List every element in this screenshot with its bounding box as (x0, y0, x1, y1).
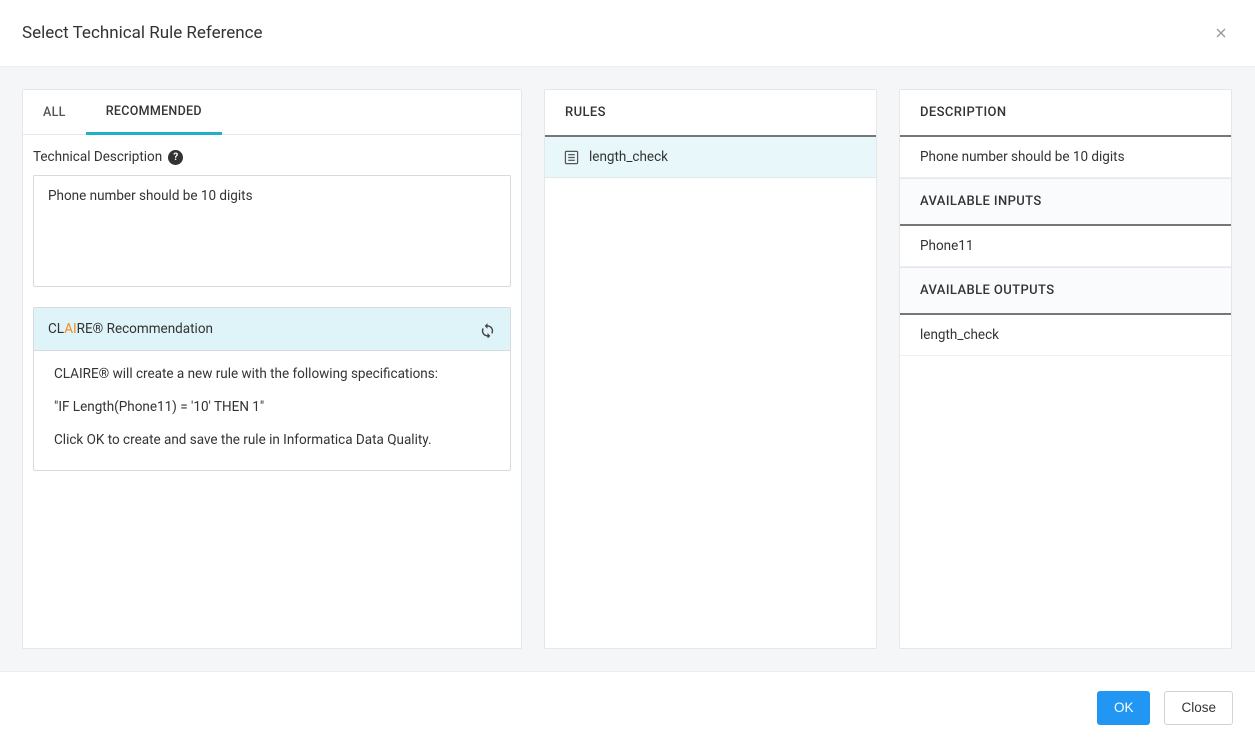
rule-icon (563, 149, 579, 165)
available-outputs-header: AVAILABLE OUTPUTS (900, 267, 1231, 315)
rule-row-length-check[interactable]: length_check (545, 137, 876, 178)
details-panel: DESCRIPTION Phone number should be 10 di… (899, 89, 1232, 649)
claire-line-2: "IF Length(Phone11) = '10' THEN 1" (54, 398, 490, 417)
claire-recommendation-card: CLAIRE® Recommendation CLAIRE® will crea… (33, 307, 511, 471)
tab-all[interactable]: ALL (23, 90, 86, 134)
rules-header: RULES (545, 90, 876, 137)
description-value: Phone number should be 10 digits (900, 137, 1231, 178)
available-inputs-value: Phone11 (900, 226, 1231, 267)
technical-description-text: Technical Description (33, 149, 162, 165)
claire-title: CLAIRE® Recommendation (48, 321, 213, 337)
claire-line-3: Click OK to create and save the rule in … (54, 431, 490, 450)
claire-title-post: RE® Recommendation (77, 321, 213, 337)
close-icon[interactable] (1209, 21, 1233, 45)
ok-button[interactable]: OK (1097, 691, 1151, 725)
claire-title-ai: AI (64, 321, 76, 337)
close-button[interactable]: Close (1164, 691, 1233, 725)
technical-description-input[interactable] (33, 175, 511, 287)
available-inputs-header: AVAILABLE INPUTS (900, 178, 1231, 226)
technical-description-label: Technical Description ? (33, 149, 511, 165)
dialog-footer: OK Close (0, 671, 1255, 743)
help-icon[interactable]: ? (168, 150, 183, 165)
tab-recommended[interactable]: RECOMMENDED (86, 90, 222, 135)
rules-panel: RULES length_check (544, 89, 877, 649)
dialog-title: Select Technical Rule Reference (22, 23, 263, 43)
refresh-icon[interactable] (478, 320, 496, 338)
claire-title-pre: CL (48, 321, 64, 337)
claire-header: CLAIRE® Recommendation (34, 308, 510, 351)
claire-body: CLAIRE® will create a new rule with the … (34, 351, 510, 470)
description-header: DESCRIPTION (900, 90, 1231, 137)
dialog-header: Select Technical Rule Reference (0, 0, 1255, 67)
rule-name: length_check (589, 149, 668, 165)
tabs: ALL RECOMMENDED (23, 90, 521, 135)
dialog-body: ALL RECOMMENDED Technical Description ? … (0, 67, 1255, 671)
claire-line-1: CLAIRE® will create a new rule with the … (54, 365, 490, 384)
left-panel: ALL RECOMMENDED Technical Description ? … (22, 89, 522, 649)
available-outputs-value: length_check (900, 315, 1231, 356)
